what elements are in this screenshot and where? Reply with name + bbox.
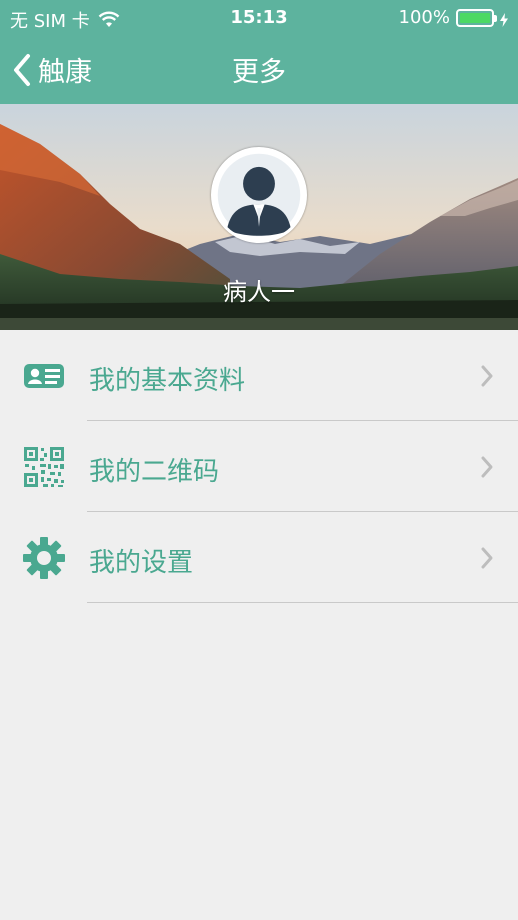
menu-item-label: 我的二维码 <box>89 457 220 487</box>
navigation-bar: 触康 更多 <box>0 34 518 104</box>
settings-menu: 我的基本资料 我的二维码 我的设置 <box>0 330 518 603</box>
profile-name: 病人一 <box>223 278 295 306</box>
chevron-right-icon <box>481 547 493 569</box>
user-avatar-icon <box>214 150 304 240</box>
menu-item-qr-code[interactable]: 我的二维码 <box>0 421 518 512</box>
status-bar: 无 SIM 卡 15:13 100% <box>0 0 518 34</box>
menu-item-basic-info[interactable]: 我的基本资料 <box>0 330 518 421</box>
charging-bolt-icon <box>500 11 508 27</box>
qr-code-icon <box>23 446 65 488</box>
id-card-icon <box>23 355 65 397</box>
top-bar: 无 SIM 卡 15:13 100% 触康 更多 <box>0 0 518 104</box>
menu-item-label: 我的设置 <box>89 548 194 578</box>
battery-icon <box>456 8 497 27</box>
battery-group: 100% <box>399 7 508 28</box>
avatar[interactable] <box>211 147 307 243</box>
battery-level <box>460 12 490 23</box>
chevron-right-icon <box>481 365 493 387</box>
menu-item-label: 我的基本资料 <box>89 366 246 396</box>
battery-percent: 100% <box>398 7 450 28</box>
gear-icon <box>23 537 65 579</box>
divider <box>87 602 518 603</box>
chevron-right-icon <box>481 456 493 478</box>
menu-item-settings[interactable]: 我的设置 <box>0 512 518 603</box>
page-title: 更多 <box>232 57 286 88</box>
profile-header: 病人一 <box>0 104 518 330</box>
